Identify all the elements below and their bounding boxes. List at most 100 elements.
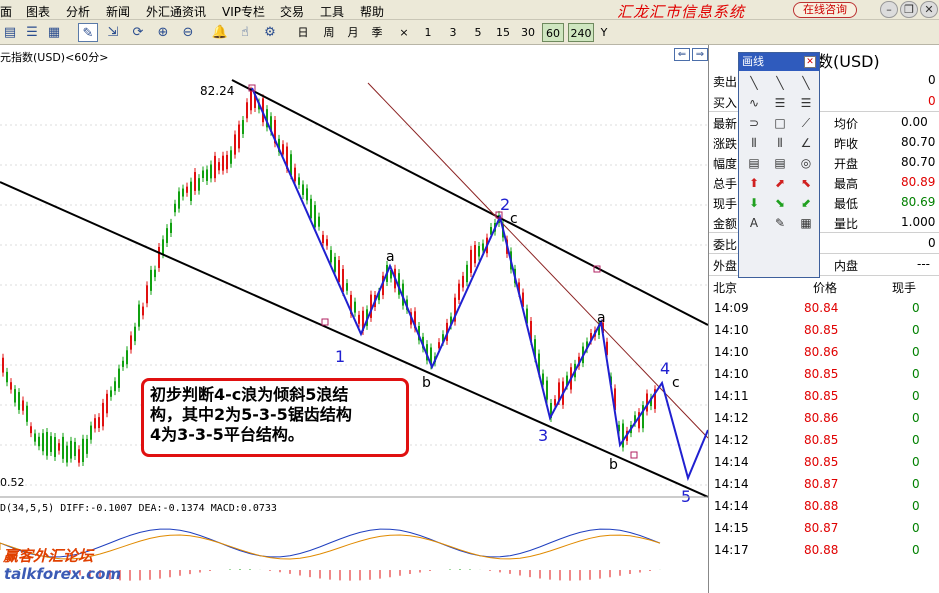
alarm-icon[interactable]: 🔔 bbox=[210, 23, 230, 42]
tick-time: 14:17 bbox=[714, 543, 749, 557]
candle-body bbox=[462, 275, 464, 288]
draw-pen-icon[interactable]: ✎ bbox=[78, 23, 98, 42]
gann-icon[interactable]: ⫴ bbox=[743, 133, 765, 153]
eraser-icon[interactable]: ✎ bbox=[769, 213, 791, 233]
fibonacci-icon[interactable]: ▤ bbox=[743, 153, 765, 173]
period-month[interactable]: 月 bbox=[344, 23, 362, 42]
stat-avg-label: 均价 bbox=[834, 117, 859, 131]
period-3min[interactable]: 3 bbox=[445, 23, 461, 42]
tick-price: 80.85 bbox=[804, 323, 839, 337]
rectangle-icon[interactable]: □ bbox=[769, 113, 791, 133]
downleft-arrow-icon[interactable]: ⬋ bbox=[795, 193, 817, 213]
minimize-icon[interactable]: – bbox=[880, 1, 898, 18]
menu-help[interactable]: 帮助 bbox=[360, 3, 384, 20]
tools-icon[interactable]: ⚙ bbox=[260, 23, 280, 42]
menu-trade[interactable]: 交易 bbox=[280, 3, 304, 20]
period-15min[interactable]: 15 bbox=[493, 23, 513, 42]
menu-chart[interactable]: 图表 bbox=[26, 3, 50, 20]
circle-icon[interactable]: ◎ bbox=[795, 153, 817, 173]
drawing-tools-panel[interactable]: 画线 ✕ ╲ ╲ ╲ ∿ ☰ ☰ ⊃ □ ⟋ ⫴ ⫴ ∠ ▤ ▤ ◎ ⬆ ⬈ ⬉ ⬇ ⬊ ⬋ A ✎ ▦ bbox=[738, 52, 820, 278]
candle-body bbox=[118, 368, 120, 388]
candle-body bbox=[554, 399, 556, 406]
menu-vip[interactable]: VIP专栏 bbox=[222, 3, 265, 20]
upleft-arrow-icon[interactable]: ⬉ bbox=[795, 173, 817, 193]
line-icon[interactable]: ╲ bbox=[743, 73, 765, 93]
period-5min[interactable]: 5 bbox=[470, 23, 486, 42]
candle-body bbox=[62, 436, 64, 459]
menu-tools[interactable]: 工具 bbox=[320, 3, 344, 20]
arc-icon[interactable]: ⊃ bbox=[743, 113, 765, 133]
ray-icon[interactable]: ╲ bbox=[769, 73, 791, 93]
tick-price: 80.88 bbox=[804, 543, 839, 557]
candle-body bbox=[102, 402, 104, 427]
period-quarter[interactable]: 季 bbox=[368, 23, 386, 42]
candle-body bbox=[90, 425, 92, 440]
close-icon[interactable]: ✕ bbox=[804, 56, 816, 68]
candle-body bbox=[358, 314, 360, 324]
candle-body bbox=[106, 393, 108, 414]
candle-body bbox=[70, 440, 72, 459]
candle-body bbox=[50, 436, 52, 452]
menu-analysis[interactable]: 分析 bbox=[66, 3, 90, 20]
arrow-right-icon[interactable]: ⇒ bbox=[692, 48, 708, 61]
cycle-icon[interactable]: ⫴ bbox=[769, 133, 791, 153]
channel-icon[interactable]: ☰ bbox=[769, 93, 791, 113]
candle-body bbox=[334, 256, 336, 272]
candle-body bbox=[22, 400, 24, 411]
up-arrow-icon[interactable]: ⬆ bbox=[743, 173, 765, 193]
outer-volume-label: 外盘 bbox=[713, 259, 738, 273]
sell-value: 0 bbox=[928, 73, 936, 87]
candle-body bbox=[170, 222, 172, 233]
menu-view[interactable]: 面 bbox=[0, 3, 12, 20]
candle-body bbox=[354, 301, 356, 313]
close-icon[interactable]: ✕ bbox=[920, 1, 938, 18]
period-day[interactable]: 日 bbox=[294, 23, 312, 42]
zoom-out-icon[interactable]: ⊖ bbox=[178, 23, 198, 42]
candle-body bbox=[470, 249, 472, 273]
zoom-in-icon[interactable]: ⊕ bbox=[153, 23, 173, 42]
segment-icon[interactable]: ╲ bbox=[795, 73, 817, 93]
candle-body bbox=[158, 246, 160, 268]
candle-body bbox=[82, 438, 84, 462]
period-year[interactable]: Y bbox=[597, 23, 611, 42]
stat-volume-label: 总手 bbox=[713, 177, 738, 191]
angle-icon[interactable]: ∠ bbox=[795, 133, 817, 153]
fan-icon[interactable]: ⟋ bbox=[795, 113, 817, 133]
candle-body bbox=[222, 155, 224, 171]
stat-avg-value: 0.00 bbox=[901, 115, 928, 129]
candle-body bbox=[114, 381, 116, 392]
period-week[interactable]: 周 bbox=[320, 23, 338, 42]
menu-bar: 面 图表 分析 新闻 外汇通资讯 VIP专栏 交易 工具 帮助 汇龙汇市信息系统… bbox=[0, 0, 939, 21]
window-icon[interactable]: ▦ bbox=[44, 23, 64, 42]
period-60min[interactable]: 60 bbox=[542, 23, 564, 42]
restore-icon[interactable]: ❐ bbox=[900, 1, 918, 18]
downright-arrow-icon[interactable]: ⬊ bbox=[769, 193, 791, 213]
period-x[interactable]: × bbox=[396, 23, 412, 42]
tick-volume: 0 bbox=[912, 433, 920, 447]
menu-news[interactable]: 新闻 bbox=[106, 3, 130, 20]
palette-icon[interactable]: ▦ bbox=[795, 213, 817, 233]
layout-icon[interactable]: ▤ bbox=[0, 23, 20, 42]
arrow-left-icon[interactable]: ⇐ bbox=[674, 48, 690, 61]
refresh-icon[interactable]: ⟳ bbox=[128, 23, 148, 42]
text-icon[interactable]: A bbox=[743, 213, 765, 233]
period-240min[interactable]: 240 bbox=[568, 23, 594, 42]
period-1min[interactable]: 1 bbox=[420, 23, 436, 42]
candle-body bbox=[294, 167, 296, 182]
list-icon[interactable]: ☰ bbox=[22, 23, 42, 42]
speed-icon[interactable]: ▤ bbox=[769, 153, 791, 173]
tick-price: 80.84 bbox=[804, 301, 839, 315]
candle-body bbox=[306, 188, 308, 201]
export-icon[interactable]: ⇲ bbox=[103, 23, 123, 42]
parallel-icon[interactable]: ☰ bbox=[795, 93, 817, 113]
tick-volume: 0 bbox=[912, 499, 920, 513]
curve-icon[interactable]: ∿ bbox=[743, 93, 765, 113]
candle-body bbox=[14, 389, 16, 403]
hand-icon[interactable]: ☝ bbox=[235, 23, 255, 42]
down-arrow-icon[interactable]: ⬇ bbox=[743, 193, 765, 213]
tick-volume: 0 bbox=[912, 389, 920, 403]
upright-arrow-icon[interactable]: ⬈ bbox=[769, 173, 791, 193]
menu-forex-info[interactable]: 外汇通资讯 bbox=[146, 3, 206, 20]
period-30min[interactable]: 30 bbox=[518, 23, 538, 42]
online-consult-button[interactable]: 在线咨询 bbox=[793, 2, 857, 18]
